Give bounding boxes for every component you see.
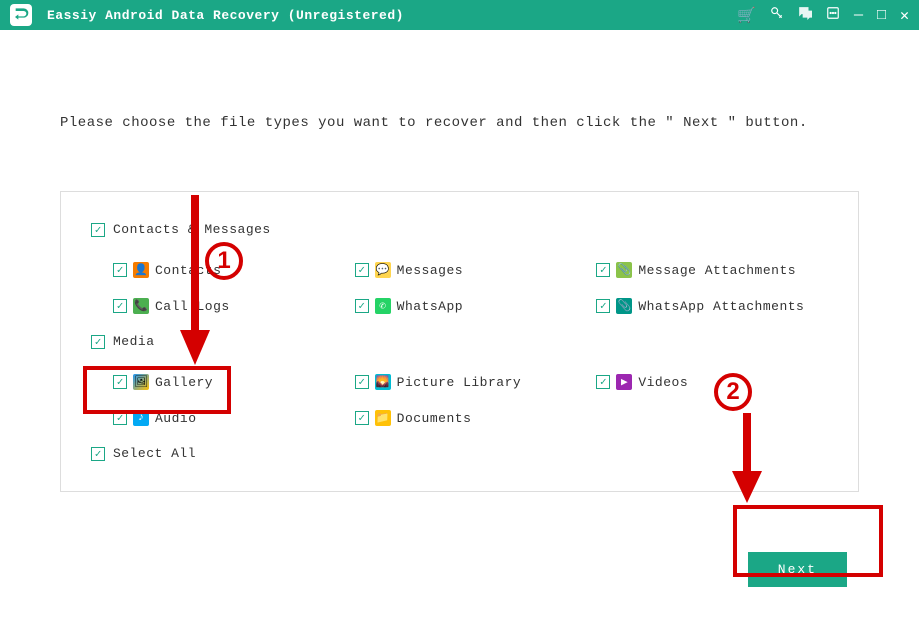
checkbox-whatsapp-attachments[interactable] xyxy=(596,299,610,313)
section-header-label: Contacts & Messages xyxy=(113,222,271,237)
video-icon: ▶ xyxy=(616,374,632,390)
item-contacts: 👤 Contacts xyxy=(113,262,345,278)
item-label: Picture Library xyxy=(397,375,522,390)
phone-icon: 📞 xyxy=(133,298,149,314)
item-label: WhatsApp Attachments xyxy=(638,299,804,314)
close-button[interactable]: ✕ xyxy=(900,6,909,25)
item-label: Documents xyxy=(397,411,472,426)
item-documents: 📁 Documents xyxy=(355,410,587,426)
section-media: Media xyxy=(91,334,828,349)
item-whatsapp: ✆ WhatsApp xyxy=(355,298,587,314)
filetype-panel: Contacts & Messages 👤 Contacts 💬 Message… xyxy=(60,191,859,492)
item-label: Message Attachments xyxy=(638,263,796,278)
checkbox-gallery[interactable] xyxy=(113,375,127,389)
item-audio: ♪ Audio xyxy=(113,410,345,426)
item-call-logs: 📞 Call Logs xyxy=(113,298,345,314)
select-all-label: Select All xyxy=(113,446,196,461)
window-title: Eassiy Android Data Recovery (Unregister… xyxy=(47,8,404,23)
item-label: Contacts xyxy=(155,263,221,278)
checkbox-documents[interactable] xyxy=(355,411,369,425)
minimize-button[interactable]: — xyxy=(854,7,863,24)
folder-icon: 📁 xyxy=(375,410,391,426)
picture-icon: 🌄 xyxy=(375,374,391,390)
checkbox-select-all[interactable] xyxy=(91,447,105,461)
attachment-icon: 📎 xyxy=(616,262,632,278)
cart-icon[interactable]: 🛒 xyxy=(737,6,756,25)
item-picture-library: 🌄 Picture Library xyxy=(355,374,587,390)
checkbox-messages[interactable] xyxy=(355,263,369,277)
item-videos: ▶ Videos xyxy=(596,374,828,390)
whatsapp-attachment-icon: 📎 xyxy=(616,298,632,314)
instruction-text: Please choose the file types you want to… xyxy=(60,115,859,131)
section-header-label: Media xyxy=(113,334,155,349)
select-all-row: Select All xyxy=(91,446,828,461)
item-label: WhatsApp xyxy=(397,299,463,314)
maximize-button[interactable]: □ xyxy=(877,7,886,24)
item-label: Videos xyxy=(638,375,688,390)
item-label: Messages xyxy=(397,263,463,278)
checkbox-audio[interactable] xyxy=(113,411,127,425)
gallery-icon: 🖼 xyxy=(133,374,149,390)
whatsapp-icon: ✆ xyxy=(375,298,391,314)
feedback-icon[interactable] xyxy=(798,6,812,25)
checkbox-whatsapp[interactable] xyxy=(355,299,369,313)
item-message-attachments: 📎 Message Attachments xyxy=(596,262,828,278)
checkbox-picture-library[interactable] xyxy=(355,375,369,389)
main-content: Please choose the file types you want to… xyxy=(0,30,919,627)
menu-icon[interactable] xyxy=(826,6,840,25)
contacts-icon: 👤 xyxy=(133,262,149,278)
messages-icon: 💬 xyxy=(375,262,391,278)
checkbox-videos[interactable] xyxy=(596,375,610,389)
item-messages: 💬 Messages xyxy=(355,262,587,278)
checkbox-message-attachments[interactable] xyxy=(596,263,610,277)
item-gallery: 🖼 Gallery xyxy=(113,374,345,390)
titlebar: Eassiy Android Data Recovery (Unregister… xyxy=(0,0,919,30)
key-icon[interactable] xyxy=(770,6,784,25)
checkbox-contacts-messages[interactable] xyxy=(91,223,105,237)
item-label: Call Logs xyxy=(155,299,230,314)
titlebar-actions: 🛒 — □ ✕ xyxy=(737,6,909,25)
item-label: Gallery xyxy=(155,375,213,390)
audio-icon: ♪ xyxy=(133,410,149,426)
checkbox-contacts[interactable] xyxy=(113,263,127,277)
next-button[interactable]: Next xyxy=(748,552,847,587)
checkbox-call-logs[interactable] xyxy=(113,299,127,313)
app-logo-icon xyxy=(10,4,32,26)
checkbox-media[interactable] xyxy=(91,335,105,349)
item-label: Audio xyxy=(155,411,197,426)
section-contacts-messages: Contacts & Messages xyxy=(91,222,828,237)
item-whatsapp-attachments: 📎 WhatsApp Attachments xyxy=(596,298,828,314)
